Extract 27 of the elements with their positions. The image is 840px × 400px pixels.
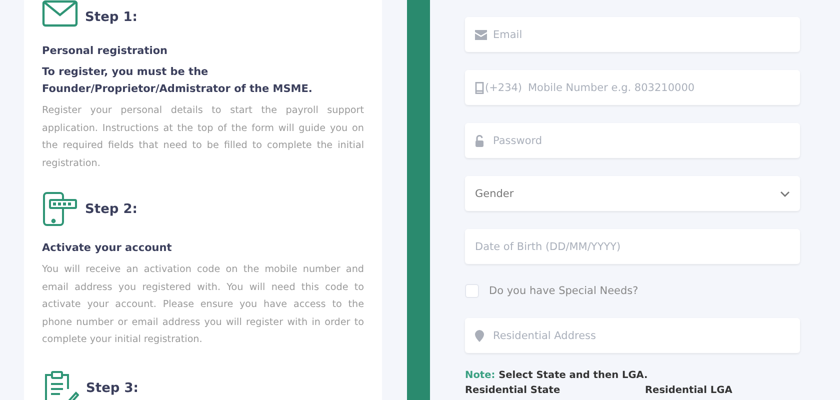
clipboard-icon xyxy=(42,370,79,400)
input-field[interactable]: Date of Birth (DD/MM/YYYY) xyxy=(465,229,800,264)
input-field[interactable]: Residential Address xyxy=(465,318,800,353)
field-label: Residential LGA xyxy=(645,385,734,396)
field-label: Residential State xyxy=(465,385,562,396)
location-pin-icon xyxy=(475,330,484,342)
phone-icon xyxy=(42,192,78,226)
step-title: Step 3: xyxy=(86,381,138,396)
step-description: Register your personal details to start the payroll support application. Instructions at the top of the form will guide you on the required fields that need to be filled to complete the initial registration. xyxy=(42,104,364,170)
step-subheading: To register, you must be the Founder/Proprietor/Admistrator of the MSME. xyxy=(42,65,314,97)
chevron-down-icon xyxy=(780,190,790,196)
note-text: Note: Select State and then LGA. xyxy=(465,370,649,381)
gender-dropdown[interactable]: Gender xyxy=(465,176,800,211)
step-heading: Personal registration xyxy=(42,44,169,59)
checkbox-label: Do you have Special Needs? xyxy=(489,285,638,297)
input-field[interactable]: Password xyxy=(465,123,800,158)
checkbox[interactable] xyxy=(465,284,479,298)
phone-prefix: (+234) xyxy=(485,82,522,94)
step-description: You will receive an activation code on the mobile number and email address you registered with. You will need this code to activate your account. Please ensure you have access to the phone number or email address you will register with in order to complete your initial registration. xyxy=(42,263,364,347)
lock-icon xyxy=(475,134,484,146)
envelope-icon xyxy=(475,30,487,40)
phone-icon xyxy=(475,82,484,94)
step-title: Step 2: xyxy=(85,202,138,216)
step-title: Step 1: xyxy=(85,10,138,25)
input-field[interactable]: Email xyxy=(465,17,800,52)
envelope-icon xyxy=(42,0,78,27)
step-heading: Activate your account xyxy=(42,241,173,256)
